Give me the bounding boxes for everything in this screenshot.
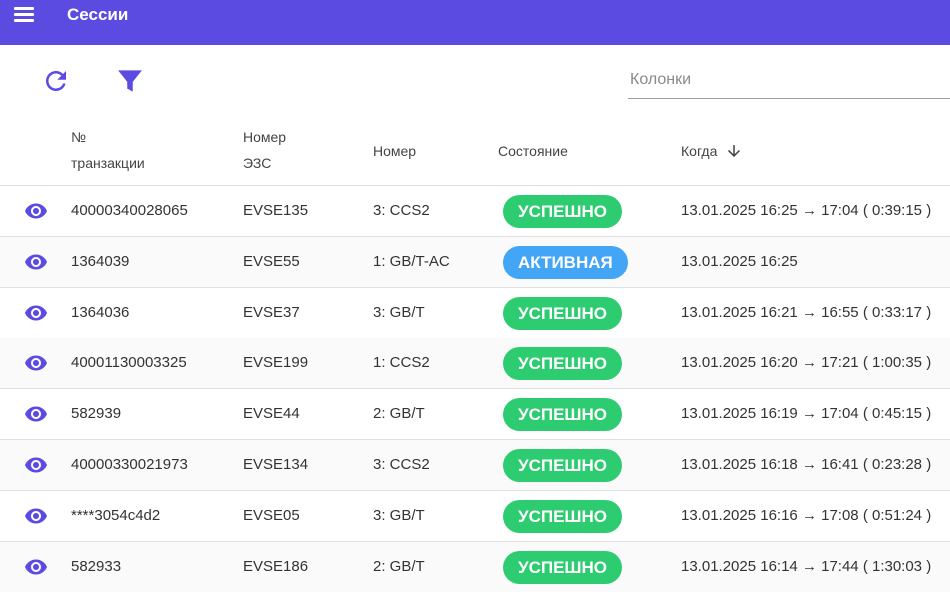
view-session-button[interactable]: [22, 440, 50, 490]
evse-number: EVSE55: [243, 253, 300, 270]
status-badge: УСПЕШНО: [503, 296, 622, 330]
evse-number: EVSE135: [243, 202, 309, 219]
table-row[interactable]: 40000340028065 EVSE135 3: CCS2 УСПЕШНО 13.01…: [0, 186, 950, 237]
status-badge: АКТИВНАЯ: [503, 245, 628, 279]
table-row[interactable]: ****3054c4d2 EVSE05 3: GB/T УСПЕШНО 13.01.20…: [0, 491, 950, 542]
status-badge: УСПЕШНО: [503, 194, 622, 228]
header-evse[interactable]: Номер ЭЗС: [243, 124, 343, 176]
status-badge: УСПЕШНО: [503, 397, 622, 431]
state-cell: УСПЕШНО: [503, 338, 622, 388]
evse-number: EVSE05: [243, 507, 300, 524]
status-badge: УСПЕШНО: [503, 448, 622, 482]
connector-number: 2: GB/T: [373, 558, 425, 575]
view-eye-icon: [25, 559, 47, 575]
view-eye-icon: [25, 457, 47, 473]
header-when[interactable]: Когда: [681, 138, 743, 164]
state-cell: УСПЕШНО: [503, 491, 622, 541]
transaction-number: 40000330021973: [71, 456, 188, 473]
connector-number: 3: CCS2: [373, 202, 430, 219]
header-transaction[interactable]: № транзакции: [71, 124, 191, 176]
menu-icon[interactable]: [11, 3, 37, 25]
table-row[interactable]: 40001130003325 EVSE199 1: CCS2 УСПЕШНО 13.01…: [0, 338, 950, 389]
evse-number: EVSE134: [243, 456, 309, 473]
view-session-button[interactable]: [22, 237, 50, 287]
connector-number: 1: GB/T-AC: [373, 253, 450, 270]
state-cell: УСПЕШНО: [503, 186, 622, 236]
transaction-number: 1364036: [71, 304, 130, 321]
session-time: 13.01.2025 16:18 → 16:41 ( 0:23:28 ): [681, 456, 932, 473]
session-time: 13.01.2025 16:16 → 17:08 ( 0:51:24 ): [681, 507, 932, 524]
session-time: 13.01.2025 16:19 → 17:04 ( 0:45:15 ): [681, 405, 932, 422]
filter-button[interactable]: [110, 62, 150, 100]
status-badge: УСПЕШНО: [503, 499, 622, 533]
table-row[interactable]: 40000330021973 EVSE134 3: CCS2 УСПЕШНО 13.01…: [0, 440, 950, 491]
session-time: 13.01.2025 16:21 → 16:55 ( 0:33:17 ): [681, 304, 932, 321]
transaction-number: 40000340028065: [71, 202, 188, 219]
status-badge: УСПЕШНО: [503, 550, 622, 584]
connector-number: 3: CCS2: [373, 456, 430, 473]
connector-number: 1: CCS2: [373, 354, 430, 371]
page-title: Сессии: [67, 5, 129, 24]
state-cell: УСПЕШНО: [503, 440, 622, 490]
header-connector[interactable]: Номер: [373, 138, 416, 164]
session-time: 13.01.2025 16:14 → 17:44 ( 1:30:03 ): [681, 558, 932, 575]
transaction-number: 582933: [71, 558, 122, 575]
table-row[interactable]: 582939 EVSE44 2: GB/T УСПЕШНО 13.01.2025 16:…: [0, 389, 950, 440]
state-cell: УСПЕШНО: [503, 542, 622, 592]
view-eye-icon: [25, 305, 47, 321]
app-bar: Сессии: [0, 0, 950, 45]
evse-number: EVSE186: [243, 558, 309, 575]
connector-number: 3: GB/T: [373, 507, 425, 524]
view-session-button[interactable]: [22, 389, 50, 439]
state-cell: АКТИВНАЯ: [503, 237, 628, 287]
evse-number: EVSE44: [243, 405, 300, 422]
view-eye-icon: [25, 406, 47, 422]
state-cell: УСПЕШНО: [503, 389, 622, 439]
transaction-number: ****3054c4d2: [71, 507, 161, 524]
connector-number: 2: GB/T: [373, 405, 425, 422]
view-session-button[interactable]: [22, 542, 50, 592]
columns-field[interactable]: [628, 62, 950, 99]
view-session-button[interactable]: [22, 338, 50, 388]
view-session-button[interactable]: [22, 186, 50, 236]
transaction-number: 582939: [71, 405, 122, 422]
evse-number: EVSE37: [243, 304, 300, 321]
view-session-button[interactable]: [22, 288, 50, 338]
view-eye-icon: [25, 355, 47, 371]
view-eye-icon: [25, 508, 47, 524]
table-row[interactable]: 582933 EVSE186 2: GB/T УСПЕШНО 13.01.2025 16…: [0, 542, 950, 592]
evse-number: EVSE199: [243, 354, 309, 371]
table-row[interactable]: 1364039 EVSE55 1: GB/T-AC АКТИВНАЯ 13.01.202…: [0, 237, 950, 288]
transaction-number: 1364039: [71, 253, 130, 270]
transaction-number: 40001130003325: [71, 354, 187, 371]
header-state[interactable]: Состояние: [498, 138, 568, 164]
filter-icon: [118, 70, 142, 92]
state-cell: УСПЕШНО: [503, 288, 622, 338]
session-time: 13.01.2025 16:25 → 17:04 ( 0:39:15 ): [681, 202, 932, 219]
connector-number: 3: GB/T: [373, 304, 425, 321]
view-eye-icon: [25, 203, 47, 219]
table-header: № транзакции Номер ЭЗС Номер Состояние К…: [0, 118, 950, 186]
sort-arrow-down-icon: [728, 145, 741, 157]
refresh-icon: [46, 71, 66, 91]
status-badge: УСПЕШНО: [503, 346, 622, 380]
table-row[interactable]: 1364036 EVSE37 3: GB/T УСПЕШНО 13.01.2025 16…: [0, 288, 950, 339]
session-time: 13.01.2025 16:25: [681, 253, 798, 270]
view-eye-icon: [25, 254, 47, 270]
view-session-button[interactable]: [22, 491, 50, 541]
refresh-button[interactable]: [36, 62, 76, 100]
session-time: 13.01.2025 16:20 → 17:21 ( 1:00:35 ): [681, 354, 932, 371]
columns-input[interactable]: [628, 62, 950, 98]
